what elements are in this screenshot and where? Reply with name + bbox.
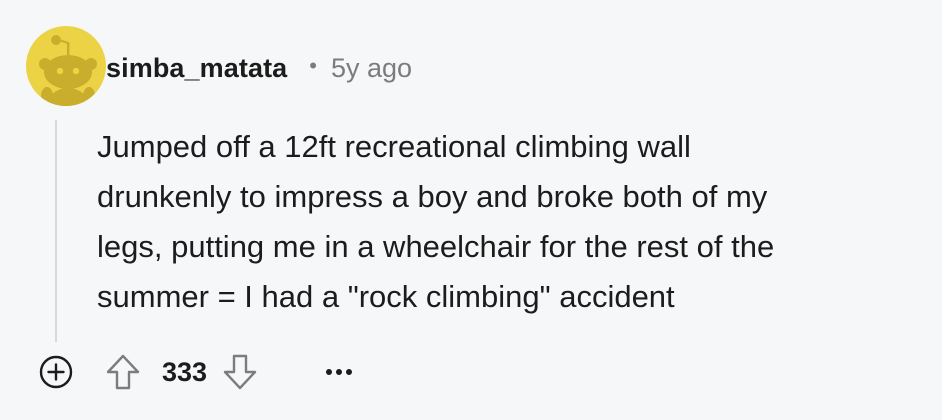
timestamp: 5y ago [331,52,413,83]
arrow-down-icon [223,354,257,390]
thread-line[interactable] [55,120,57,342]
upvote-button[interactable] [102,351,144,393]
more-options-button[interactable] [319,352,359,392]
score: 333 [162,356,208,387]
plus-circle-icon [39,355,73,389]
username-link[interactable]: simba_matata [106,53,287,84]
comment-body: Jumped off a 12ft recreational climbing … [97,129,775,314]
arrow-up-icon [106,354,140,390]
avatar[interactable] [26,26,106,106]
snoo-avatar-icon [26,26,106,106]
expand-button[interactable] [36,352,76,392]
comment-header: simba_matata • 5y ago [106,48,412,88]
ellipsis-icon [326,369,353,375]
downvote-button[interactable] [219,351,261,393]
separator-dot: • [309,53,317,78]
comment-actions: 333 [36,350,359,394]
